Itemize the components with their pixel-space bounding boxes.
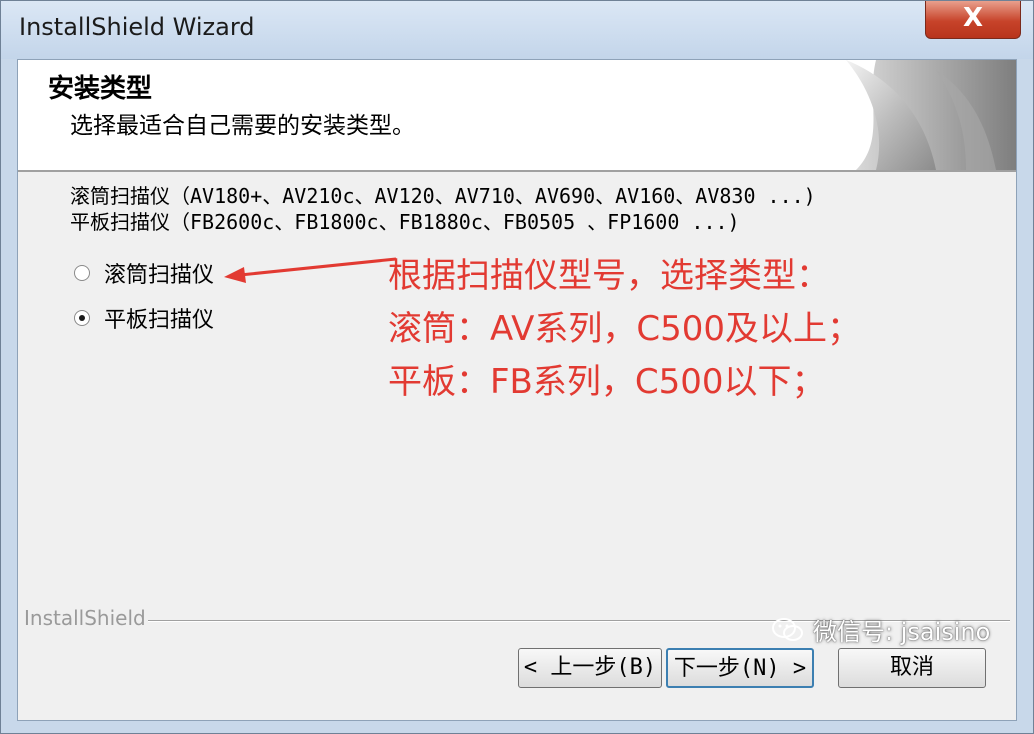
next-button[interactable]: 下一步(N) > (666, 648, 814, 688)
close-button[interactable]: X (925, 1, 1021, 39)
annotation-line-3: 平板：FB系列，C500以下； (388, 362, 826, 402)
roller-option-label[interactable]: 滚筒扫描仪 (104, 257, 214, 289)
flatbed-option-label[interactable]: 平板扫描仪 (104, 302, 214, 334)
window-title: InstallShield Wizard (19, 13, 255, 41)
annotation-line-2: 滚筒：AV系列，C500及以上； (388, 309, 861, 349)
back-button[interactable]: < 上一步(B) (518, 648, 662, 688)
annotation-arrow (224, 257, 397, 283)
red-annotation: 根据扫描仪型号，选择类型： 滚筒：AV系列，C500及以上； 平板：FB系列，C… (388, 250, 861, 409)
roller-radio-button[interactable] (74, 265, 90, 281)
option-flatbed-scanner[interactable]: 平板扫描仪 (74, 303, 214, 333)
cancel-button[interactable]: 取消 (838, 648, 986, 688)
flatbed-radio-button[interactable] (74, 310, 90, 326)
watermark-text: 微信号: jsaisino (813, 618, 991, 646)
installshield-window: InstallShield Wizard X 安装类型 选择最适合自己需要的安装… (0, 0, 1034, 734)
page-curl-decoration (846, 60, 1016, 170)
page-title: 安装类型 (48, 74, 153, 104)
option-roller-scanner[interactable]: 滚筒扫描仪 (74, 258, 214, 288)
description-line-roller: 滚筒扫描仪（AV180+、AV210c、AV120、AV710、AV690、AV… (70, 184, 816, 208)
installshield-brand-label: InstallShield (24, 606, 146, 630)
annotation-line-1: 根据扫描仪型号，选择类型： (388, 256, 830, 296)
wechat-icon (772, 617, 803, 641)
title-bar[interactable]: InstallShield Wizard X (1, 1, 1033, 59)
description-line-flatbed: 平板扫描仪（FB2600c、FB1800c、FB1880c、FB0505 、FP… (70, 210, 740, 234)
page-subtitle: 选择最适合自己需要的安装类型。 (70, 113, 415, 139)
close-icon: X (962, 3, 984, 33)
wizard-header: 安装类型 选择最适合自己需要的安装类型。 (18, 60, 1016, 172)
wechat-watermark: 微信号: jsaisino (771, 612, 990, 647)
